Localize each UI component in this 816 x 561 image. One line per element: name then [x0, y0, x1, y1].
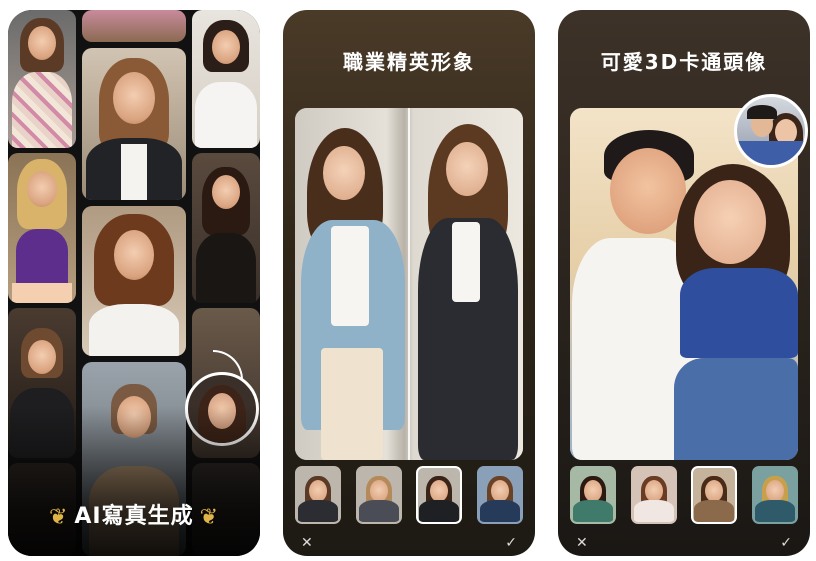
- style-thumbnail[interactable]: [570, 466, 616, 524]
- portrait-tile[interactable]: [192, 153, 260, 303]
- style-thumbnail[interactable]: [751, 466, 798, 524]
- style-thumbnail[interactable]: [295, 466, 341, 524]
- action-bar: ✕ ✓: [283, 530, 535, 556]
- check-icon[interactable]: ✓: [780, 535, 792, 551]
- action-bar: ✕ ✓: [558, 530, 810, 556]
- portrait-tile[interactable]: [192, 10, 260, 148]
- style-thumbnail[interactable]: [476, 466, 523, 524]
- style-thumbnail[interactable]: [355, 466, 402, 524]
- portrait-tile[interactable]: [82, 10, 186, 42]
- photo-wall-screen: ❦ AI寫真生成 ❦: [8, 10, 260, 556]
- style-thumbnail-selected[interactable]: [416, 466, 463, 524]
- cartoon-avatar-screen: 可愛3D卡通頭像 ✕ ✓: [558, 10, 810, 556]
- result-preview: [295, 108, 523, 460]
- style-thumbnail-selected[interactable]: [691, 466, 738, 524]
- style-thumbnail-row: [570, 466, 798, 526]
- portrait-tile[interactable]: [82, 206, 186, 356]
- feature-title: ❦ AI寫真生成 ❦: [8, 498, 260, 530]
- close-icon[interactable]: ✕: [301, 535, 313, 551]
- title-overlay: [8, 406, 260, 556]
- cartoon-girl: [674, 158, 798, 460]
- business-style-screen: 職業精英形象 ✕ ✓: [283, 10, 535, 556]
- laurel-left-icon: ❦: [48, 504, 69, 530]
- page-title: 職業精英形象: [343, 50, 475, 74]
- portrait-tile[interactable]: [8, 153, 76, 303]
- source-couple-photo: [734, 94, 808, 168]
- laurel-right-icon: ❦: [199, 504, 220, 530]
- portrait-tile[interactable]: [82, 48, 186, 200]
- feature-title-text: AI寫真生成: [74, 504, 194, 529]
- after-portrait: [410, 108, 523, 460]
- close-icon[interactable]: ✕: [576, 535, 588, 551]
- portrait-tile[interactable]: [8, 10, 76, 148]
- style-thumbnail[interactable]: [630, 466, 677, 524]
- style-thumbnail-row: [295, 466, 523, 526]
- page-title: 可愛3D卡通頭像: [600, 50, 768, 74]
- check-icon[interactable]: ✓: [505, 535, 517, 551]
- before-portrait: [295, 108, 408, 460]
